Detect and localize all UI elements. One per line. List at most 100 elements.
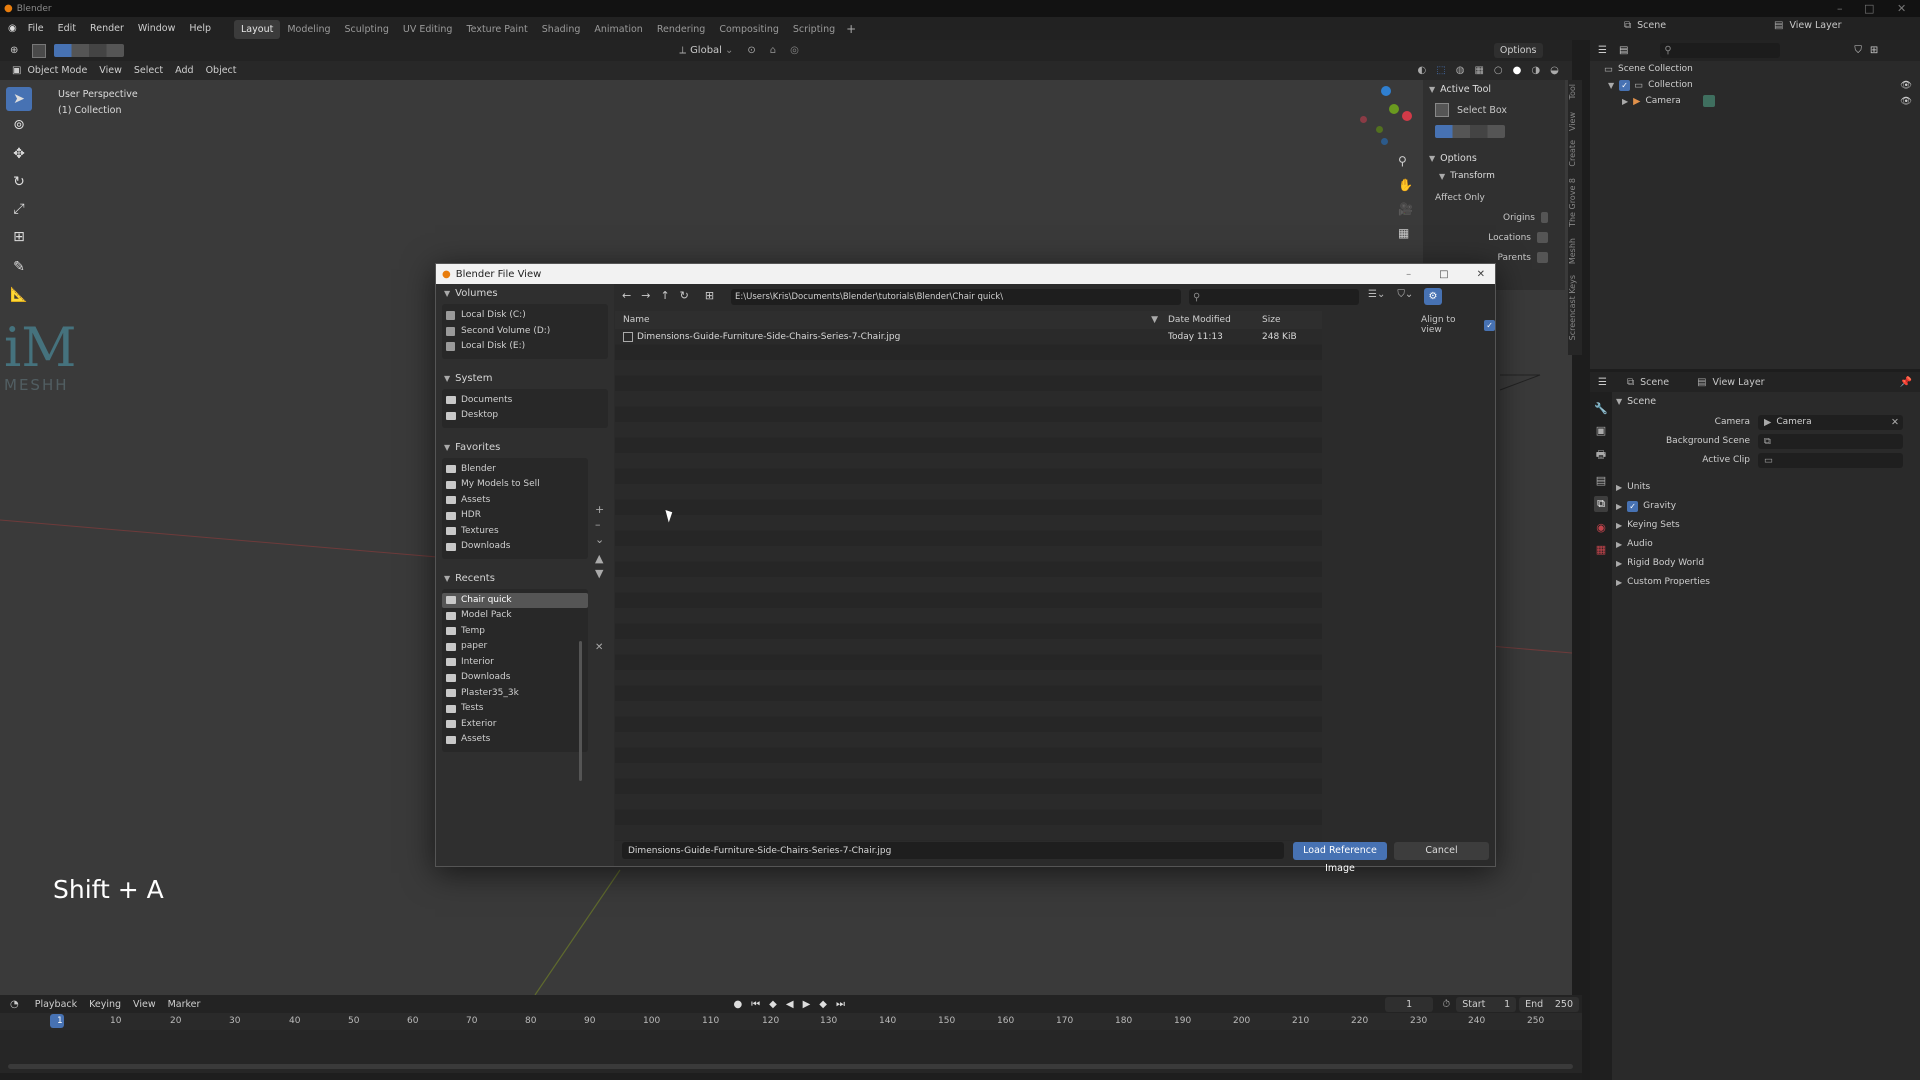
frame-ruler[interactable]: 1 10 20 30 40 50 60 70 80 90 100 110 120 130 140 150 160… xyxy=(0,1013,1582,1030)
tab-scripting[interactable]: Scripting xyxy=(786,20,842,39)
tab-texture-paint[interactable]: Texture Paint xyxy=(459,20,534,39)
tab-view[interactable]: View xyxy=(1568,112,1582,131)
menu-help[interactable]: Help xyxy=(182,17,218,40)
panel-units[interactable]: ▶ Units xyxy=(1612,478,1920,497)
tool-rotate[interactable]: ↻ xyxy=(6,170,32,194)
move-down-icon[interactable]: ▼ xyxy=(595,566,604,581)
record-icon[interactable]: ● xyxy=(733,999,742,1010)
active-tool-header[interactable]: ▼ Active Tool xyxy=(1429,84,1491,95)
tab-tool[interactable]: Tool xyxy=(1568,84,1582,100)
play-reverse-icon[interactable]: ◀ xyxy=(786,999,794,1010)
camera-field[interactable]: ▶ Camera ✕ xyxy=(1758,415,1903,430)
recents-item[interactable]: Model Pack xyxy=(442,608,588,624)
recents-header[interactable]: ▼ Recents xyxy=(436,569,614,589)
jump-start-icon[interactable]: ⏮ xyxy=(751,999,760,1010)
file-search-input[interactable]: ⚲ xyxy=(1189,289,1359,305)
menu-view[interactable]: View xyxy=(93,65,128,76)
recents-item[interactable]: Exterior xyxy=(442,717,588,733)
move-up-icon[interactable]: ▲ xyxy=(595,551,604,566)
new-collection-icon[interactable]: ⊞ xyxy=(1870,45,1878,56)
visibility-eye-icon[interactable]: 👁 xyxy=(1900,92,1912,111)
tool-select-box[interactable]: ➤ xyxy=(6,87,32,111)
output-tab-icon[interactable]: 🖶 xyxy=(1596,446,1606,465)
minimize-icon[interactable]: – xyxy=(1837,2,1843,15)
stopwatch-icon[interactable]: ⏱ xyxy=(1442,999,1450,1010)
volumes-item[interactable]: Second Volume (D:) xyxy=(442,324,608,340)
volumes-item[interactable]: Local Disk (C:) xyxy=(442,308,608,324)
menu-marker[interactable]: Marker xyxy=(162,999,207,1010)
tab-sculpting[interactable]: Sculpting xyxy=(338,20,396,39)
menu-render[interactable]: Render xyxy=(83,17,131,40)
panel-audio[interactable]: ▶ Audio xyxy=(1612,535,1920,554)
viewport-shading-buttons[interactable]: ◐ ⬚ ◍ ▦ ○ ● ◑ ◒ xyxy=(1418,65,1559,76)
panel-custom-properties[interactable]: ▶ Custom Properties xyxy=(1612,573,1920,592)
align-to-view-option[interactable]: Align to view ✓ xyxy=(1421,315,1495,335)
parents-row[interactable]: Parents xyxy=(1488,252,1548,263)
display-mode-icon[interactable]: ▤ xyxy=(1619,45,1628,56)
menu-playback[interactable]: Playback xyxy=(29,999,83,1010)
material-shading-icon[interactable]: ◑ xyxy=(1531,65,1540,76)
wireframe-shading-icon[interactable]: ○ xyxy=(1494,65,1503,76)
menu-select[interactable]: Select xyxy=(128,65,169,76)
column-size[interactable]: Size xyxy=(1262,315,1322,325)
column-name[interactable]: Name xyxy=(623,315,650,325)
tool-tab-icon[interactable]: 🔧 xyxy=(1594,402,1608,415)
active-clip-field[interactable]: ▭ xyxy=(1758,453,1903,468)
column-date[interactable]: Date Modified xyxy=(1168,315,1262,325)
recents-item[interactable]: Tests xyxy=(442,701,588,717)
panel-keying-sets[interactable]: ▶ Keying Sets xyxy=(1612,516,1920,535)
remove-bookmark-icon[interactable]: – xyxy=(595,517,604,532)
cancel-button[interactable]: Cancel xyxy=(1394,842,1489,860)
tab-modeling[interactable]: Modeling xyxy=(280,20,337,39)
menu-add[interactable]: Add xyxy=(169,65,199,76)
back-arrow-icon[interactable]: ← xyxy=(622,289,631,302)
tool-annotate[interactable]: ✎ xyxy=(6,255,32,279)
recents-item[interactable]: Interior xyxy=(442,655,588,671)
solid-shading-icon[interactable]: ● xyxy=(1513,65,1522,76)
view-layer-selector[interactable]: ▤ View Layer xyxy=(1774,20,1842,31)
pan-hand-icon[interactable]: ✋ xyxy=(1398,178,1413,192)
proportional-edit-icon[interactable]: ◎ xyxy=(790,45,799,56)
transform-orientation[interactable]: ⟂ Global ⌄ xyxy=(679,45,733,56)
background-scene-field[interactable]: ⧉ xyxy=(1758,434,1903,449)
locations-checkbox[interactable] xyxy=(1537,232,1548,243)
add-bookmark-icon[interactable]: + xyxy=(595,502,604,517)
align-to-view-checkbox[interactable]: ✓ xyxy=(1484,319,1495,331)
volumes-item[interactable]: Local Disk (E:) xyxy=(442,339,608,355)
favorites-item[interactable]: Downloads xyxy=(442,539,588,555)
options-button[interactable]: Options xyxy=(1493,43,1543,58)
outliner-editor-icon[interactable]: ☰ xyxy=(1598,45,1607,56)
menu-edit[interactable]: Edit xyxy=(51,17,83,40)
dialog-title-bar[interactable]: ● Blender File View – □ ✕ xyxy=(436,264,1495,284)
current-frame-field[interactable]: 1 xyxy=(1384,996,1434,1012)
pin-icon[interactable]: 📌 xyxy=(1900,377,1912,388)
properties-editor-icon[interactable]: ☰ xyxy=(1598,377,1607,388)
select-mode-icon[interactable] xyxy=(32,43,47,58)
select-mode-mini-buttons[interactable] xyxy=(1435,125,1505,138)
visibility-icon[interactable]: ◐ xyxy=(1418,65,1427,76)
recents-item[interactable]: paper xyxy=(442,639,588,655)
tab-create[interactable]: Create xyxy=(1568,140,1582,167)
close-icon[interactable]: ✕ xyxy=(1897,2,1906,15)
favorites-item[interactable]: Assets xyxy=(442,493,588,509)
refresh-icon[interactable]: ↻ xyxy=(680,289,689,302)
panel-gravity[interactable]: ▶ ✓ Gravity xyxy=(1612,497,1920,516)
favorites-item[interactable]: My Models to Sell xyxy=(442,477,588,493)
filename-input[interactable]: Dimensions-Guide-Furniture-Side-Chairs-S… xyxy=(622,842,1284,859)
recents-item[interactable]: Assets xyxy=(442,732,588,748)
select-mode-buttons[interactable] xyxy=(54,44,125,57)
parent-dir-icon[interactable]: ↑ xyxy=(660,289,669,302)
system-header[interactable]: ▼ System xyxy=(436,369,614,389)
origins-row[interactable]: Origins xyxy=(1503,212,1548,223)
tool-cursor[interactable]: ⊚ xyxy=(6,113,32,137)
load-reference-image-button[interactable]: Load Reference Image xyxy=(1293,842,1387,874)
volumes-header[interactable]: ▼ Volumes xyxy=(436,284,614,304)
recents-item[interactable]: Chair quick xyxy=(442,592,588,608)
render-tab-icon[interactable]: ▣ xyxy=(1596,424,1606,437)
texture-tab-icon[interactable]: ▦ xyxy=(1596,543,1606,556)
tab-screencast-keys[interactable]: Screencast Keys xyxy=(1568,275,1582,340)
next-keyframe-icon[interactable]: ◆ xyxy=(819,999,827,1010)
start-frame-field[interactable]: Start 1 xyxy=(1456,996,1517,1012)
dialog-maximize-icon[interactable]: □ xyxy=(1439,269,1448,280)
pivot-icon[interactable]: ⊙ xyxy=(747,45,755,56)
